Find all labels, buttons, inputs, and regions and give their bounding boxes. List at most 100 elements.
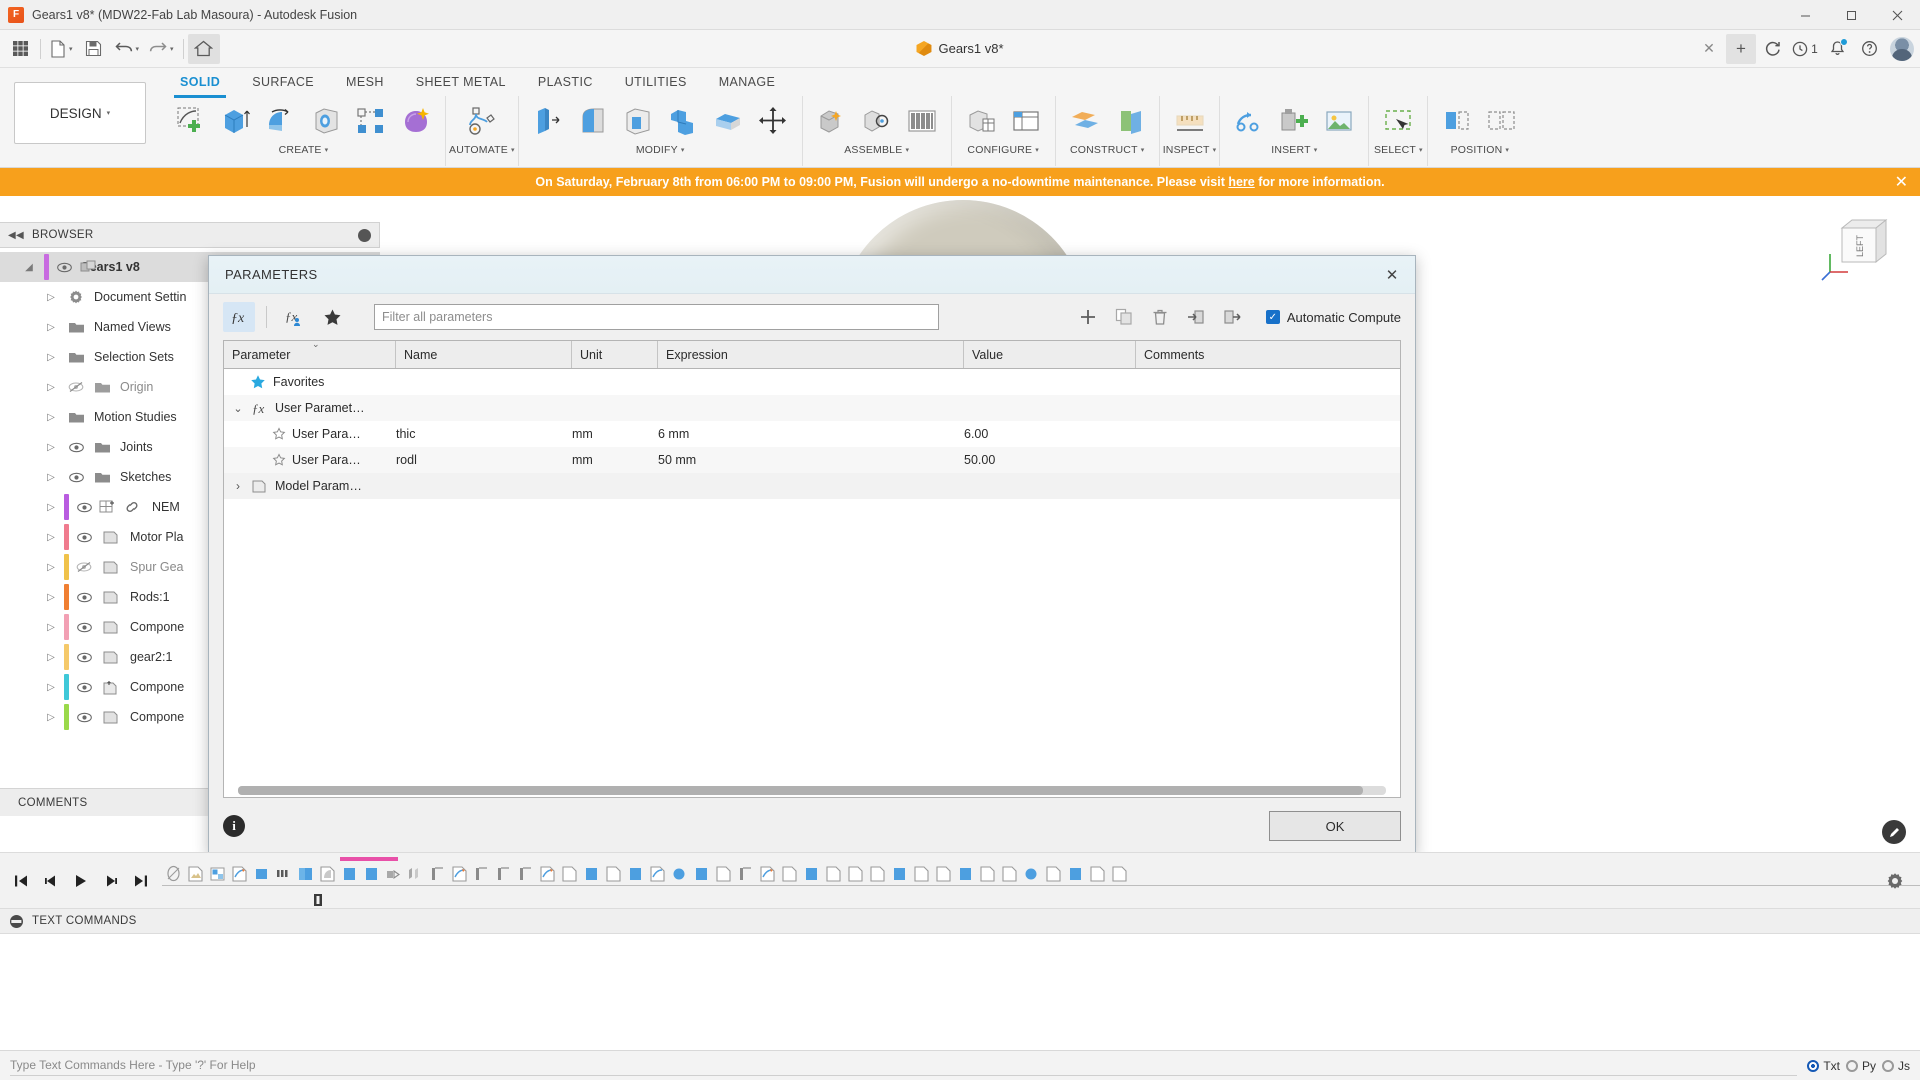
duplicate-parameter-button[interactable] <box>1108 302 1140 332</box>
plane-angle-icon[interactable] <box>1108 98 1152 144</box>
panel-label-automate[interactable]: AUTOMATE ▾ <box>449 144 515 156</box>
avatar[interactable] <box>1890 36 1914 61</box>
tree-twist-icon[interactable]: ▷ <box>44 562 58 573</box>
table-row[interactable]: User Para… rodl mm 50 mm 50.00 <box>224 447 1400 473</box>
feedback-button[interactable] <box>1882 820 1906 844</box>
document-tab[interactable]: Gears1 v8* <box>916 41 1004 56</box>
new-document-icon[interactable]: ▾ <box>45 34 78 64</box>
offset-plane-icon[interactable] <box>1063 98 1107 144</box>
sketch-create-icon[interactable] <box>169 98 213 144</box>
motion-study-icon[interactable] <box>900 98 944 144</box>
automate-frame-icon[interactable] <box>460 98 504 144</box>
visibility-eye-icon[interactable] <box>74 622 94 633</box>
tree-twist-icon[interactable]: ▷ <box>44 712 58 723</box>
pattern-icon[interactable] <box>349 98 393 144</box>
decal-icon[interactable] <box>1317 98 1361 144</box>
column-header-comments[interactable]: Comments <box>1136 341 1400 368</box>
minimize-button[interactable] <box>1782 0 1828 30</box>
refresh-icon[interactable] <box>1758 34 1788 64</box>
go-to-end-button[interactable] <box>126 864 156 898</box>
fx-user-icon[interactable]: ƒx <box>278 302 310 332</box>
column-header-parameter[interactable]: Parameter ⌄ <box>224 341 396 368</box>
close-banner-button[interactable]: ✕ <box>1895 172 1908 192</box>
import-parameters-button[interactable] <box>1180 302 1212 332</box>
export-parameters-button[interactable] <box>1216 302 1248 332</box>
row-unit-cell[interactable]: mm <box>572 427 658 441</box>
visibility-eye-icon[interactable] <box>74 532 94 543</box>
step-forward-button[interactable] <box>96 864 126 898</box>
tree-twist-icon[interactable]: ▷ <box>44 292 58 303</box>
text-commands-header[interactable]: ▬ TEXT COMMANDS <box>0 908 1920 934</box>
undo-icon[interactable]: ▾ <box>110 34 145 64</box>
group-twist-icon[interactable]: ⌄ <box>232 402 244 415</box>
tab-sheet-metal[interactable]: SHEET METAL <box>400 70 522 96</box>
workspace-switcher[interactable]: DESIGN ▾ <box>14 82 146 144</box>
new-component-icon[interactable] <box>810 98 854 144</box>
add-parameter-button[interactable] <box>1072 302 1104 332</box>
form-icon[interactable] <box>394 98 438 144</box>
radio-py-icon[interactable] <box>1845 1059 1858 1072</box>
tree-twist-icon[interactable]: ◢ <box>22 262 36 273</box>
tree-twist-icon[interactable]: ▷ <box>44 592 58 603</box>
delete-parameter-button[interactable] <box>1144 302 1176 332</box>
column-header-expression[interactable]: Expression <box>658 341 964 368</box>
press-pull-icon[interactable] <box>526 98 570 144</box>
tree-twist-icon[interactable]: ▷ <box>44 352 58 363</box>
browser-options-icon[interactable] <box>358 228 371 242</box>
position-align-icon[interactable] <box>1480 98 1524 144</box>
view-cube[interactable]: LEFT <box>1818 210 1898 290</box>
tree-twist-icon[interactable]: ▷ <box>44 622 58 633</box>
column-header-name[interactable]: Name <box>396 341 572 368</box>
visibility-eye-icon[interactable] <box>74 502 94 513</box>
tree-twist-icon[interactable]: ▷ <box>44 322 58 333</box>
close-document-tab-button[interactable]: ✕ <box>1694 34 1724 64</box>
shell-icon[interactable] <box>616 98 660 144</box>
tab-plastic[interactable]: PLASTIC <box>522 70 609 96</box>
select-window-icon[interactable] <box>1376 98 1420 144</box>
ok-button[interactable]: OK <box>1269 811 1401 841</box>
filter-input[interactable] <box>374 304 939 330</box>
move-copy-icon[interactable] <box>751 98 795 144</box>
scrollbar-thumb[interactable] <box>238 785 1364 795</box>
joint-icon[interactable] <box>855 98 899 144</box>
row-expression-cell[interactable]: 6 mm <box>658 427 964 441</box>
tree-twist-icon[interactable]: ▷ <box>44 382 58 393</box>
favorites-star-icon[interactable] <box>316 302 348 332</box>
tree-twist-icon[interactable]: ▷ <box>44 472 58 483</box>
row-expression-cell[interactable]: 50 mm <box>658 453 964 467</box>
table-group-user-parameters[interactable]: ⌄ ƒx User Paramet… <box>224 395 1400 421</box>
fx-icon[interactable]: ƒx <box>223 302 255 332</box>
column-header-unit[interactable]: Unit <box>572 341 658 368</box>
play-button[interactable] <box>66 864 96 898</box>
position-move-icon[interactable] <box>1435 98 1479 144</box>
visibility-eye-icon[interactable] <box>74 652 94 663</box>
hole-icon[interactable] <box>304 98 348 144</box>
dialog-title-bar[interactable]: PARAMETERS ✕ <box>209 256 1415 294</box>
close-window-button[interactable] <box>1874 0 1920 30</box>
visibility-eye-icon[interactable] <box>74 592 94 603</box>
combine-icon[interactable] <box>661 98 705 144</box>
undo-caret[interactable]: ▾ <box>136 45 140 53</box>
radio-txt-icon[interactable] <box>1807 1059 1820 1072</box>
panel-label-configure[interactable]: CONFIGURE ▾ <box>967 144 1039 156</box>
radio-js-icon[interactable] <box>1882 1059 1894 1072</box>
visibility-hidden-icon[interactable] <box>66 381 86 393</box>
measure-icon[interactable] <box>1168 98 1212 144</box>
tab-utilities[interactable]: UTILITIES <box>609 70 703 96</box>
row-name-cell[interactable]: rodl <box>396 453 572 467</box>
offset-face-icon[interactable] <box>706 98 750 144</box>
timeline-settings-gear-icon[interactable] <box>1882 868 1908 894</box>
tree-twist-icon[interactable]: ▷ <box>44 532 58 543</box>
group-twist-icon[interactable]: › <box>232 479 244 493</box>
mode-txt[interactable]: Txt <box>1807 1059 1840 1073</box>
text-command-input[interactable] <box>10 1055 1798 1076</box>
bell-icon[interactable] <box>1822 34 1852 64</box>
panel-label-select[interactable]: SELECT ▾ <box>1374 144 1423 156</box>
visibility-eye-icon[interactable] <box>74 712 94 723</box>
table-row[interactable]: User Para… thic mm 6 mm 6.00 <box>224 421 1400 447</box>
tab-mesh[interactable]: MESH <box>330 70 400 96</box>
add-tab-button[interactable]: + <box>1726 33 1756 64</box>
mode-py[interactable]: Py <box>1845 1059 1876 1073</box>
tree-twist-icon[interactable]: ▷ <box>44 682 58 693</box>
insert-derive-icon[interactable] <box>1227 98 1271 144</box>
